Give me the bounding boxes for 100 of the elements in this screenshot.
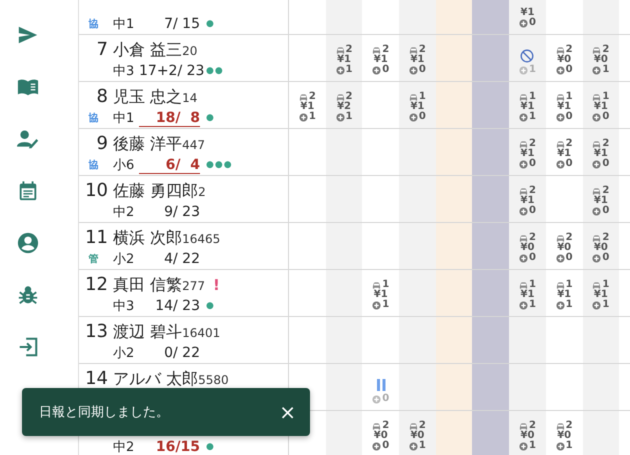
car-count: 2 [556,45,573,55]
calendar-icon[interactable] [17,180,39,202]
day-cell [436,411,472,455]
grade-label: 中2 [113,439,136,455]
fee-count: ¥1 [337,55,351,65]
alert-mark: ! [213,276,220,294]
extra-count: 1 [556,441,573,451]
extra-count: 1 [556,300,573,310]
extra-count: 1 [518,112,536,122]
car-count: 2 [336,45,353,55]
score-text: 4/ 22 [163,251,200,267]
extra-count: 0 [556,65,573,75]
day-cell [326,270,362,316]
car-count: 1 [408,92,426,102]
car-count: 2 [518,233,536,243]
extra-count: 1 [518,300,536,310]
day-cell [436,364,472,410]
fee-count: ¥0 [520,243,534,253]
extra-count: 1 [336,65,353,75]
extra-count: 1 [336,112,353,122]
person-edit-icon[interactable] [17,128,39,150]
car-count: 1 [518,92,536,102]
fee-count: ¥0 [557,243,572,253]
fee-count: ¥1 [520,196,534,206]
extra-count: 1 [592,65,610,75]
student-id: 14 [182,91,198,105]
row-number: 9 [96,133,108,154]
car-count: 2 [372,45,390,55]
day-cell [399,317,436,363]
day-cell [582,364,620,410]
day-cell [326,223,362,269]
day-cell [472,0,510,34]
day-cell [326,317,362,363]
close-button[interactable]: × [275,400,300,424]
student-name: 渡辺 碧斗 [113,322,182,343]
score-text: 7/ 15 [163,16,200,32]
toast-message: 日報と同期しました。 [39,404,169,421]
day-cell [472,176,510,222]
day-cell [472,129,510,175]
extra-count: 1 [408,441,426,451]
extra-count: 0 [592,112,610,122]
bug-icon[interactable] [17,284,39,306]
score-text: 9/ 23 [163,204,200,220]
student-id: 447 [182,138,205,152]
extra-count: 1 [372,300,390,310]
day-cell [472,411,510,455]
extra-count: 0 [518,159,536,169]
extra-count: 0 [372,394,390,404]
student-name: 佐藤 勇四郎 [113,181,198,202]
login-icon[interactable] [17,336,39,358]
day-cell [436,317,472,363]
score-text: 0/ 22 [163,345,200,361]
fee-count: ¥0 [410,431,424,441]
fee-count: ¥0 [594,243,608,253]
fee-count: ¥0 [557,55,572,65]
fee-count: ¥1 [410,55,424,65]
day-cell [472,35,510,81]
day-cell [326,411,362,455]
student-name: 横浜 次郎 [113,228,182,249]
extra-count: 0 [408,65,426,75]
student-id: 20 [182,44,198,58]
day-cell [436,129,472,175]
car-count: 2 [518,186,536,196]
fee-count: ¥1 [520,8,534,18]
car-count: 1 [592,92,610,102]
score-text: 14/ 23 [154,298,200,314]
car-count: 2 [408,45,426,55]
status-dots: ● [206,442,215,452]
student-name: 真田 信繁 [113,275,182,296]
day-cell [436,176,472,222]
fee-count: ¥1 [300,102,314,112]
extra-count: 1 [298,112,316,122]
fee-count: ¥1 [520,290,534,300]
account-icon[interactable] [17,232,39,254]
student-id: 5580 [198,373,229,387]
car-count: 2 [592,139,610,149]
fee-count: ¥1 [520,149,534,159]
day-cell [399,176,436,222]
car-count: 2 [518,421,536,431]
day-cell [472,317,510,363]
extra-count: 0 [518,18,536,28]
score-text: 18/ 8 [139,110,200,126]
role-label: 協 [88,158,98,172]
car-count: 2 [408,421,426,431]
day-cell [326,364,362,410]
extra-count: 0 [592,159,610,169]
send-icon[interactable] [17,24,39,46]
row-number: 11 [84,227,108,248]
fee-count: ¥0 [594,55,608,65]
role-label: 管 [88,252,98,266]
extra-count: 0 [556,112,573,122]
status-dots: ● [206,113,215,123]
day-cell [436,0,472,34]
fee-count: ¥0 [374,431,388,441]
extra-count: 0 [372,441,390,451]
grade-label: 中2 [113,204,136,221]
fee-count: ¥0 [520,431,534,441]
status-dots: ● [206,301,215,311]
row-number: 12 [84,274,108,295]
extra-count: 1 [518,65,536,75]
